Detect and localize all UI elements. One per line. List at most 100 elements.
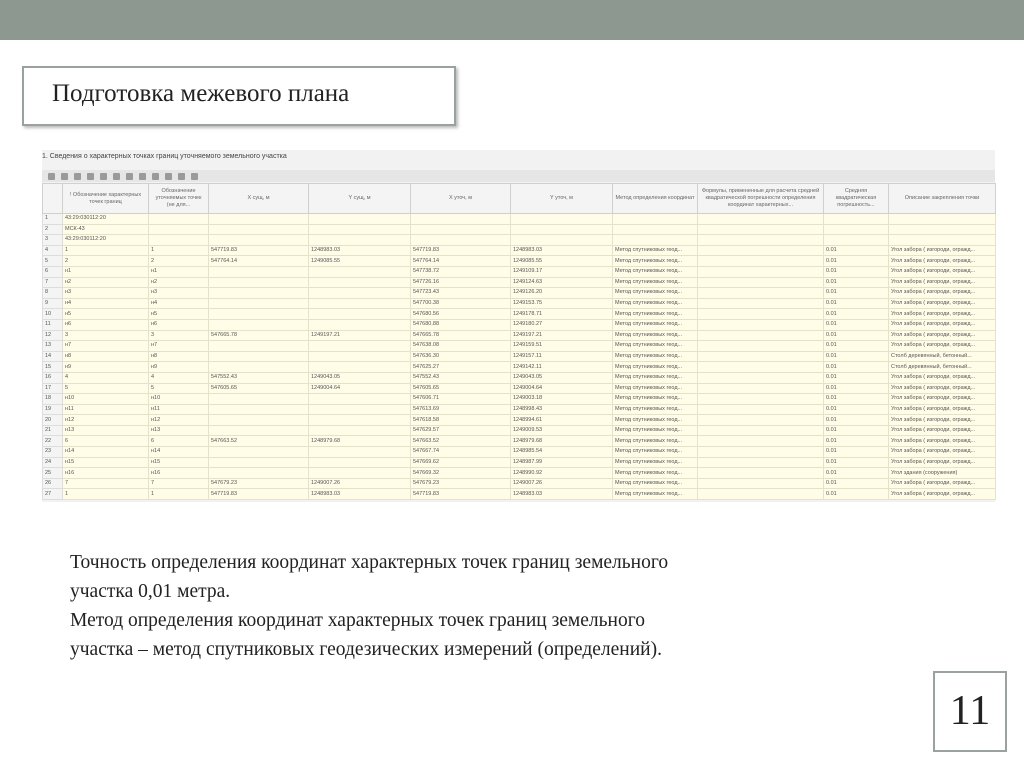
table-cell[interactable]: Столб деревянный, бетонный... <box>888 361 996 373</box>
toolbar-icon[interactable] <box>165 172 172 180</box>
table-row[interactable]: 26 7 7 547679.23 1249007.26 547679.23 1249007.… <box>42 477 996 490</box>
table-cell[interactable]: МСК-43 <box>62 223 149 236</box>
table-cell[interactable] <box>308 318 411 331</box>
table-cell[interactable] <box>697 414 824 426</box>
row-number[interactable]: 9 <box>42 297 63 310</box>
table-cell[interactable] <box>697 297 824 310</box>
row-number[interactable]: 8 <box>42 287 63 299</box>
table-cell[interactable] <box>308 456 411 469</box>
table-cell[interactable]: 0.01 <box>823 435 889 448</box>
table-cell[interactable]: Метод спутниковых геод... <box>612 350 698 363</box>
table-cell[interactable]: 1249180.27 <box>510 318 613 331</box>
table-cell[interactable] <box>208 287 309 299</box>
table-cell[interactable]: 0.01 <box>823 244 889 257</box>
column-header[interactable]: Метод определения координат <box>612 183 698 214</box>
table-cell[interactable]: 547719.83 <box>410 244 511 257</box>
table-cell[interactable]: 0.01 <box>823 276 889 289</box>
table-cell[interactable] <box>697 255 824 267</box>
table-cell[interactable]: 3 <box>62 329 149 342</box>
table-cell[interactable]: 1248983.03 <box>308 488 411 501</box>
table-cell[interactable]: 1249085.55 <box>510 255 613 267</box>
table-cell[interactable] <box>208 318 309 331</box>
table-cell[interactable]: 1 <box>148 488 209 501</box>
table-cell[interactable]: 0.01 <box>823 382 889 395</box>
table-cell[interactable]: 1249124.63 <box>510 276 613 289</box>
column-header[interactable]: Y уточ, м <box>510 183 613 214</box>
table-cell[interactable] <box>510 234 613 246</box>
table-cell[interactable]: н2 <box>148 276 209 289</box>
table-cell[interactable] <box>208 223 309 236</box>
table-cell[interactable]: н1 <box>148 265 209 278</box>
table-cell[interactable]: н13 <box>148 424 209 437</box>
table-cell[interactable]: 6 <box>148 435 209 448</box>
table-cell[interactable] <box>697 488 824 501</box>
row-number[interactable]: 4 <box>42 244 63 257</box>
row-number[interactable]: 1 <box>42 213 63 225</box>
table-row[interactable]: 24 н15 н15 547669.62 1248987.99 Метод спутник… <box>42 456 996 469</box>
table-cell[interactable] <box>148 213 209 225</box>
table-row[interactable]: 14 н8 н8 547636.30 1249157.11 Метод спутников… <box>42 350 996 363</box>
table-cell[interactable]: 1248998.43 <box>510 403 613 416</box>
row-number[interactable]: 20 <box>42 414 63 426</box>
table-cell[interactable] <box>208 350 309 363</box>
table-cell[interactable] <box>697 371 824 384</box>
row-number[interactable]: 6 <box>42 265 63 278</box>
column-header[interactable]: Описание закрепления точки <box>888 183 996 214</box>
table-cell[interactable]: Угол забора ( изгороди, огражд... <box>888 287 996 299</box>
table-cell[interactable] <box>308 403 411 416</box>
table-cell[interactable]: 1 <box>62 488 149 501</box>
table-cell[interactable]: 7 <box>148 477 209 490</box>
table-cell[interactable]: 547665.78 <box>410 329 511 342</box>
table-cell[interactable]: н15 <box>148 456 209 469</box>
table-cell[interactable]: 547726.16 <box>410 276 511 289</box>
table-cell[interactable] <box>697 477 824 490</box>
row-number[interactable]: 26 <box>42 477 63 490</box>
table-row[interactable]: 7 н2 н2 547726.16 1249124.63 Метод спутниковы… <box>42 276 996 289</box>
table-row[interactable]: 27 1 1 547719.83 1248983.03 547719.83 1248983.… <box>42 488 996 501</box>
table-cell[interactable]: Угол забора ( изгороди, огражд... <box>888 403 996 416</box>
row-number[interactable]: 7 <box>42 276 63 289</box>
column-header[interactable]: Обозначение уточняемых точек (не для... <box>148 183 209 214</box>
table-cell[interactable]: 547719.83 <box>208 244 309 257</box>
table-cell[interactable] <box>888 223 996 236</box>
table-cell[interactable]: Метод спутниковых геод... <box>612 244 698 257</box>
table-cell[interactable]: 547680.56 <box>410 308 511 320</box>
table-cell[interactable]: Метод спутниковых геод... <box>612 255 698 267</box>
table-cell[interactable]: н4 <box>148 297 209 310</box>
table-cell[interactable]: Метод спутниковых геод... <box>612 287 698 299</box>
table-cell[interactable]: 547764.14 <box>410 255 511 267</box>
table-cell[interactable]: Угол забора ( изгороди, огражд... <box>888 435 996 448</box>
table-cell[interactable]: Угол забора ( изгороди, огражд... <box>888 371 996 384</box>
table-cell[interactable] <box>697 318 824 331</box>
table-cell[interactable]: Метод спутниковых геод... <box>612 467 698 479</box>
table-cell[interactable]: 1249178.71 <box>510 308 613 320</box>
table-cell[interactable]: 0.01 <box>823 467 889 479</box>
table-cell[interactable]: н14 <box>62 446 149 458</box>
row-number[interactable]: 11 <box>42 318 63 331</box>
toolbar-icon[interactable] <box>87 172 94 180</box>
table-cell[interactable]: 547700.38 <box>410 297 511 310</box>
table-cell[interactable]: 547605.65 <box>208 382 309 395</box>
table-cell[interactable]: Угол забора ( изгороди, огражд... <box>888 456 996 469</box>
table-cell[interactable]: 1249043.05 <box>510 371 613 384</box>
table-cell[interactable]: 1248983.03 <box>308 244 411 257</box>
row-number[interactable]: 19 <box>42 403 63 416</box>
table-cell[interactable]: Метод спутниковых геод... <box>612 340 698 352</box>
table-cell[interactable]: 5 <box>62 382 149 395</box>
table-cell[interactable]: 547669.62 <box>410 456 511 469</box>
table-cell[interactable] <box>308 393 411 405</box>
table-cell[interactable] <box>888 213 996 225</box>
table-cell[interactable] <box>697 329 824 342</box>
row-number[interactable]: 15 <box>42 361 63 373</box>
table-row[interactable]: 19 н11 н11 547613.69 1248998.43 Метод спутник… <box>42 403 996 416</box>
table-cell[interactable]: 7 <box>62 477 149 490</box>
table-cell[interactable] <box>823 234 889 246</box>
table-cell[interactable] <box>208 265 309 278</box>
table-cell[interactable] <box>697 393 824 405</box>
table-cell[interactable]: 0.01 <box>823 340 889 352</box>
table-cell[interactable]: 4 <box>62 371 149 384</box>
table-cell[interactable]: н7 <box>62 340 149 352</box>
column-header[interactable]: X сущ, м <box>208 183 309 214</box>
table-row[interactable]: 11 н6 н6 547680.88 1249180.27 Метод спутников… <box>42 318 996 331</box>
row-number[interactable]: 21 <box>42 424 63 437</box>
